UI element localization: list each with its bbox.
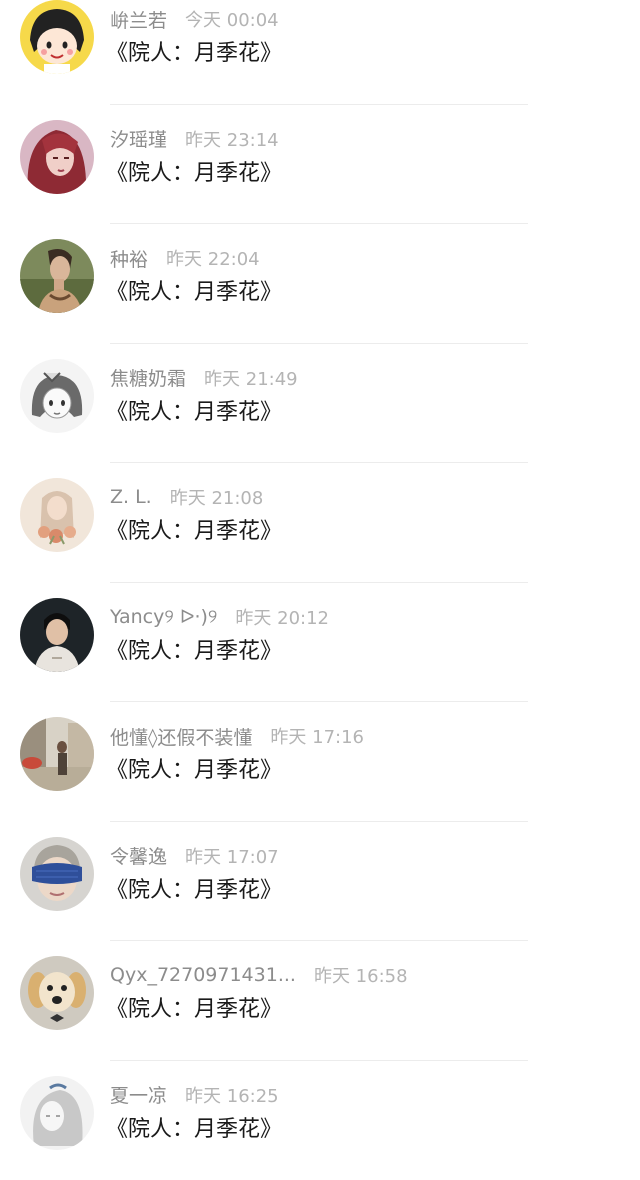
username[interactable]: 种裕 xyxy=(110,245,148,272)
comment-text: 《院人：月季花》 xyxy=(106,1111,282,1143)
username[interactable]: 峅兰若 xyxy=(110,6,167,33)
comment-item[interactable]: Yancy୨ ᐅ·)୨ 昨天 20:12 《院人：月季花》 xyxy=(0,583,640,703)
comment-item[interactable]: 汐瑶瑾 昨天 23:14 《院人：月季花》 xyxy=(0,105,640,225)
comment-text: 《院人：月季花》 xyxy=(106,155,282,187)
comment-item[interactable]: Z. L. 昨天 21:08 《院人：月季花》 xyxy=(0,463,640,583)
comment-item[interactable]: 焦糖奶霜 昨天 21:49 《院人：月季花》 xyxy=(0,344,640,464)
anime-girl-avatar-icon[interactable] xyxy=(20,359,94,433)
puppy-avatar-icon[interactable] xyxy=(20,956,94,1030)
username[interactable]: Qyx_7270971431... xyxy=(110,964,296,986)
comment-text: 《院人：月季花》 xyxy=(106,274,282,306)
comment-text: 《院人：月季花》 xyxy=(106,633,282,665)
comment-item[interactable]: Qyx_7270971431... 昨天 16:58 《院人：月季花》 xyxy=(0,941,640,1061)
timestamp: 昨天 23:14 xyxy=(185,126,279,152)
comment-item[interactable]: 峅兰若 今天 00:04 《院人：月季花》 xyxy=(0,0,640,105)
comment-text: 《院人：月季花》 xyxy=(106,513,282,545)
username[interactable]: Yancy୨ ᐅ·)୨ xyxy=(110,606,217,628)
red-hair-portrait-avatar-icon[interactable] xyxy=(20,120,94,194)
flower-illustration-avatar-icon[interactable] xyxy=(20,478,94,552)
comment-list: 峅兰若 今天 00:04 《院人：月季花》 汐瑶瑾 昨天 23:14 《院人：月… xyxy=(0,0,640,1180)
comment-item[interactable]: 种裕 昨天 22:04 《院人：月季花》 xyxy=(0,224,640,344)
timestamp: 昨天 17:07 xyxy=(185,843,279,869)
username[interactable]: 夏一凉 xyxy=(110,1081,167,1108)
username[interactable]: 焦糖奶霜 xyxy=(110,364,186,391)
timestamp: 昨天 20:12 xyxy=(235,604,329,630)
comment-text: 《院人：月季花》 xyxy=(106,35,282,67)
username[interactable]: 汐瑶瑾 xyxy=(110,125,167,152)
username[interactable]: 他懂◊还假不装懂 xyxy=(110,723,252,750)
street-photo-avatar-icon[interactable] xyxy=(20,717,94,791)
timestamp: 今天 00:04 xyxy=(185,6,279,32)
timestamp: 昨天 21:08 xyxy=(170,484,264,510)
timestamp: 昨天 16:25 xyxy=(185,1082,279,1108)
woman-portrait-avatar-icon[interactable] xyxy=(20,239,94,313)
comment-text: 《院人：月季花》 xyxy=(106,394,282,426)
comment-text: 《院人：月季花》 xyxy=(106,752,282,784)
comment-text: 《院人：月季花》 xyxy=(106,872,282,904)
man-dark-portrait-avatar-icon[interactable] xyxy=(20,598,94,672)
username[interactable]: Z. L. xyxy=(110,486,152,508)
cartoon-girl-avatar-icon[interactable] xyxy=(20,0,94,74)
username[interactable]: 令馨逸 xyxy=(110,842,167,869)
timestamp: 昨天 17:16 xyxy=(270,723,364,749)
sketch-girl-avatar-icon[interactable] xyxy=(20,1076,94,1150)
comment-item[interactable]: 夏一凉 昨天 16:25 《院人：月季花》 xyxy=(0,1061,640,1180)
eye-mask-avatar-icon[interactable] xyxy=(20,837,94,911)
comment-text: 《院人：月季花》 xyxy=(106,991,282,1023)
comment-item[interactable]: 他懂◊还假不装懂 昨天 17:16 《院人：月季花》 xyxy=(0,702,640,822)
timestamp: 昨天 22:04 xyxy=(166,245,260,271)
timestamp: 昨天 16:58 xyxy=(314,962,408,988)
timestamp: 昨天 21:49 xyxy=(204,365,298,391)
comment-item[interactable]: 令馨逸 昨天 17:07 《院人：月季花》 xyxy=(0,822,640,942)
